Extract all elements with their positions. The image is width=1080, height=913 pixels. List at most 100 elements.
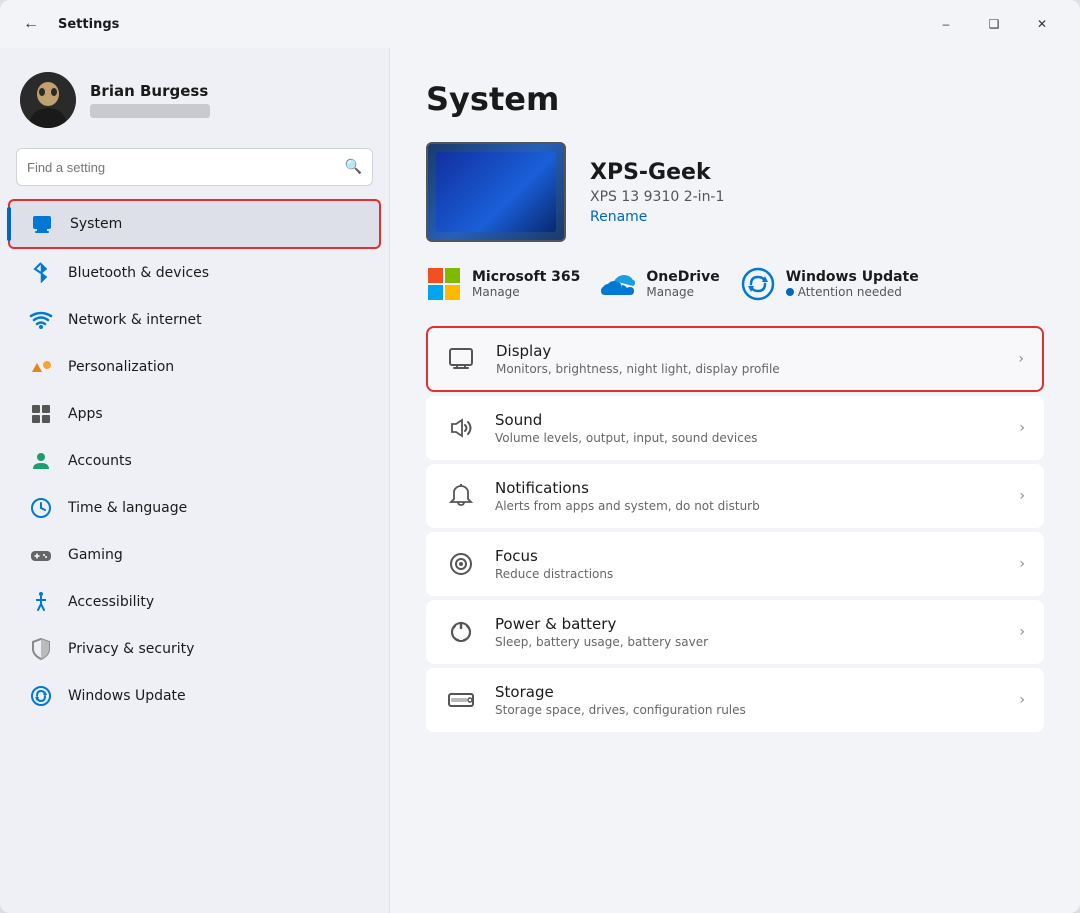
- storage-icon: [445, 684, 477, 716]
- title-bar: ← Settings – ❑ ✕: [0, 0, 1080, 48]
- search-box[interactable]: 🔍: [16, 148, 373, 186]
- onedrive-icon: [600, 266, 636, 302]
- sidebar-item-windows-update[interactable]: Windows Update: [8, 673, 381, 719]
- notifications-desc: Alerts from apps and system, do not dist…: [495, 499, 1001, 513]
- search-icon: 🔍: [345, 159, 362, 175]
- sidebar-item-system[interactable]: System: [8, 199, 381, 249]
- sidebar-item-accounts[interactable]: Accounts: [8, 438, 381, 484]
- alert-dot: [786, 288, 794, 296]
- settings-list: Display Monitors, brightness, night ligh…: [426, 326, 1044, 732]
- back-button[interactable]: ←: [16, 9, 46, 39]
- notifications-name: Notifications: [495, 479, 1001, 497]
- setting-item-sound[interactable]: Sound Volume levels, output, input, soun…: [426, 396, 1044, 460]
- sidebar-item-privacy[interactable]: Privacy & security: [8, 626, 381, 672]
- ms365-sub: Manage: [472, 285, 580, 299]
- power-name: Power & battery: [495, 615, 1001, 633]
- storage-name: Storage: [495, 683, 1001, 701]
- quick-link-ms365[interactable]: Microsoft 365 Manage: [426, 266, 580, 302]
- sidebar-item-gaming[interactable]: Gaming: [8, 532, 381, 578]
- display-name: Display: [496, 342, 1000, 360]
- avatar: [20, 72, 76, 128]
- sidebar-item-personalization[interactable]: Personalization: [8, 344, 381, 390]
- content-area: Brian Burgess 🔍: [0, 48, 1080, 913]
- sidebar-item-apps-label: Apps: [68, 406, 103, 422]
- maximize-button[interactable]: ❑: [972, 8, 1016, 40]
- title-bar-controls: – ❑ ✕: [924, 8, 1064, 40]
- accounts-icon: [28, 448, 54, 474]
- sidebar-item-network[interactable]: Network & internet: [8, 297, 381, 343]
- setting-item-storage[interactable]: Storage Storage space, drives, configura…: [426, 668, 1044, 732]
- gaming-icon: [28, 542, 54, 568]
- close-button[interactable]: ✕: [1020, 8, 1064, 40]
- sidebar: Brian Burgess 🔍: [0, 48, 390, 913]
- title-bar-left: ← Settings: [16, 9, 924, 39]
- device-name: XPS-Geek: [590, 160, 724, 185]
- power-chevron: ›: [1019, 624, 1025, 640]
- display-icon: [446, 343, 478, 375]
- sound-icon: [445, 412, 477, 444]
- sidebar-item-time-label: Time & language: [68, 500, 187, 516]
- sidebar-item-accessibility[interactable]: Accessibility: [8, 579, 381, 625]
- device-rename-link[interactable]: Rename: [590, 209, 724, 225]
- minimize-button[interactable]: –: [924, 8, 968, 40]
- search-input[interactable]: [27, 160, 345, 175]
- sidebar-item-personalization-label: Personalization: [68, 359, 174, 375]
- network-icon: [28, 307, 54, 333]
- power-text: Power & battery Sleep, battery usage, ba…: [495, 615, 1001, 649]
- time-icon: [28, 495, 54, 521]
- device-info: XPS-Geek XPS 13 9310 2-in-1 Rename: [590, 160, 724, 225]
- setting-item-notifications[interactable]: Notifications Alerts from apps and syste…: [426, 464, 1044, 528]
- storage-chevron: ›: [1019, 692, 1025, 708]
- display-text: Display Monitors, brightness, night ligh…: [496, 342, 1000, 376]
- focus-icon: [445, 548, 477, 580]
- sidebar-item-system-label: System: [70, 216, 122, 232]
- sidebar-item-network-label: Network & internet: [68, 312, 202, 328]
- setting-item-display[interactable]: Display Monitors, brightness, night ligh…: [426, 326, 1044, 392]
- sidebar-nav: System Bluetooth & devices: [0, 198, 389, 720]
- app-title: Settings: [58, 17, 119, 32]
- onedrive-text: OneDrive Manage: [646, 269, 719, 299]
- onedrive-sub: Manage: [646, 285, 719, 299]
- device-screen: [436, 152, 556, 232]
- setting-item-power[interactable]: Power & battery Sleep, battery usage, ba…: [426, 600, 1044, 664]
- device-section: XPS-Geek XPS 13 9310 2-in-1 Rename: [426, 142, 1044, 242]
- quick-links: Microsoft 365 Manage OneDrive Manage: [426, 266, 1044, 302]
- winupdate-sub-text: Attention needed: [798, 285, 902, 299]
- winupdate-icon: [740, 266, 776, 302]
- focus-desc: Reduce distractions: [495, 567, 1001, 581]
- winupdate-sub: Attention needed: [786, 285, 919, 299]
- sidebar-item-windows-update-label: Windows Update: [68, 688, 186, 704]
- sidebar-item-accessibility-label: Accessibility: [68, 594, 154, 610]
- winupdate-name: Windows Update: [786, 269, 919, 285]
- focus-name: Focus: [495, 547, 1001, 565]
- ms365-name: Microsoft 365: [472, 269, 580, 285]
- sidebar-item-apps[interactable]: Apps: [8, 391, 381, 437]
- display-desc: Monitors, brightness, night light, displ…: [496, 362, 1000, 376]
- sidebar-item-bluetooth-label: Bluetooth & devices: [68, 265, 209, 281]
- setting-item-focus[interactable]: Focus Reduce distractions ›: [426, 532, 1044, 596]
- storage-desc: Storage space, drives, configuration rul…: [495, 703, 1001, 717]
- page-title: System: [426, 80, 1044, 118]
- quick-link-windows-update[interactable]: Windows Update Attention needed: [740, 266, 919, 302]
- user-section: Brian Burgess: [0, 48, 389, 148]
- ms365-text: Microsoft 365 Manage: [472, 269, 580, 299]
- sound-text: Sound Volume levels, output, input, soun…: [495, 411, 1001, 445]
- display-chevron: ›: [1018, 351, 1024, 367]
- device-model: XPS 13 9310 2-in-1: [590, 189, 724, 205]
- notifications-text: Notifications Alerts from apps and syste…: [495, 479, 1001, 513]
- power-icon: [445, 616, 477, 648]
- focus-text: Focus Reduce distractions: [495, 547, 1001, 581]
- notifications-chevron: ›: [1019, 488, 1025, 504]
- settings-window: ← Settings – ❑ ✕: [0, 0, 1080, 913]
- onedrive-name: OneDrive: [646, 269, 719, 285]
- sidebar-item-gaming-label: Gaming: [68, 547, 123, 563]
- winupdate-text: Windows Update Attention needed: [786, 269, 919, 299]
- quick-link-onedrive[interactable]: OneDrive Manage: [600, 266, 719, 302]
- sound-chevron: ›: [1019, 420, 1025, 436]
- main-content: System XPS-Geek XPS 13 9310 2-in-1 Renam…: [390, 48, 1080, 913]
- device-thumbnail: [426, 142, 566, 242]
- apps-icon: [28, 401, 54, 427]
- sidebar-item-time[interactable]: Time & language: [8, 485, 381, 531]
- bluetooth-icon: [28, 260, 54, 286]
- sidebar-item-bluetooth[interactable]: Bluetooth & devices: [8, 250, 381, 296]
